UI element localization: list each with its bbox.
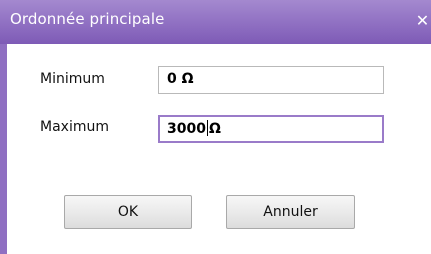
ok-button[interactable]: OK [64,195,192,229]
dialog-title: Ordonnée principale [10,10,165,28]
minimum-label: Minimum [40,71,105,87]
maximum-value: 3000 [167,121,206,137]
minimum-unit: Ω [181,71,194,87]
minimum-field[interactable]: 0 Ω [158,66,384,94]
title-bar[interactable]: Ordonnée principale ✕ [0,0,431,44]
maximum-label: Maximum [40,119,109,135]
text-caret [206,120,208,136]
maximum-unit: Ω [208,121,221,137]
minimum-value: 0 [167,71,177,87]
maximum-field[interactable]: 3000 Ω [158,115,384,143]
close-icon[interactable]: ✕ [414,6,431,36]
cancel-button[interactable]: Annuler [226,195,355,229]
dialog-window: Ordonnée principale ✕ Minimum 0 Ω Maximu… [0,0,431,254]
